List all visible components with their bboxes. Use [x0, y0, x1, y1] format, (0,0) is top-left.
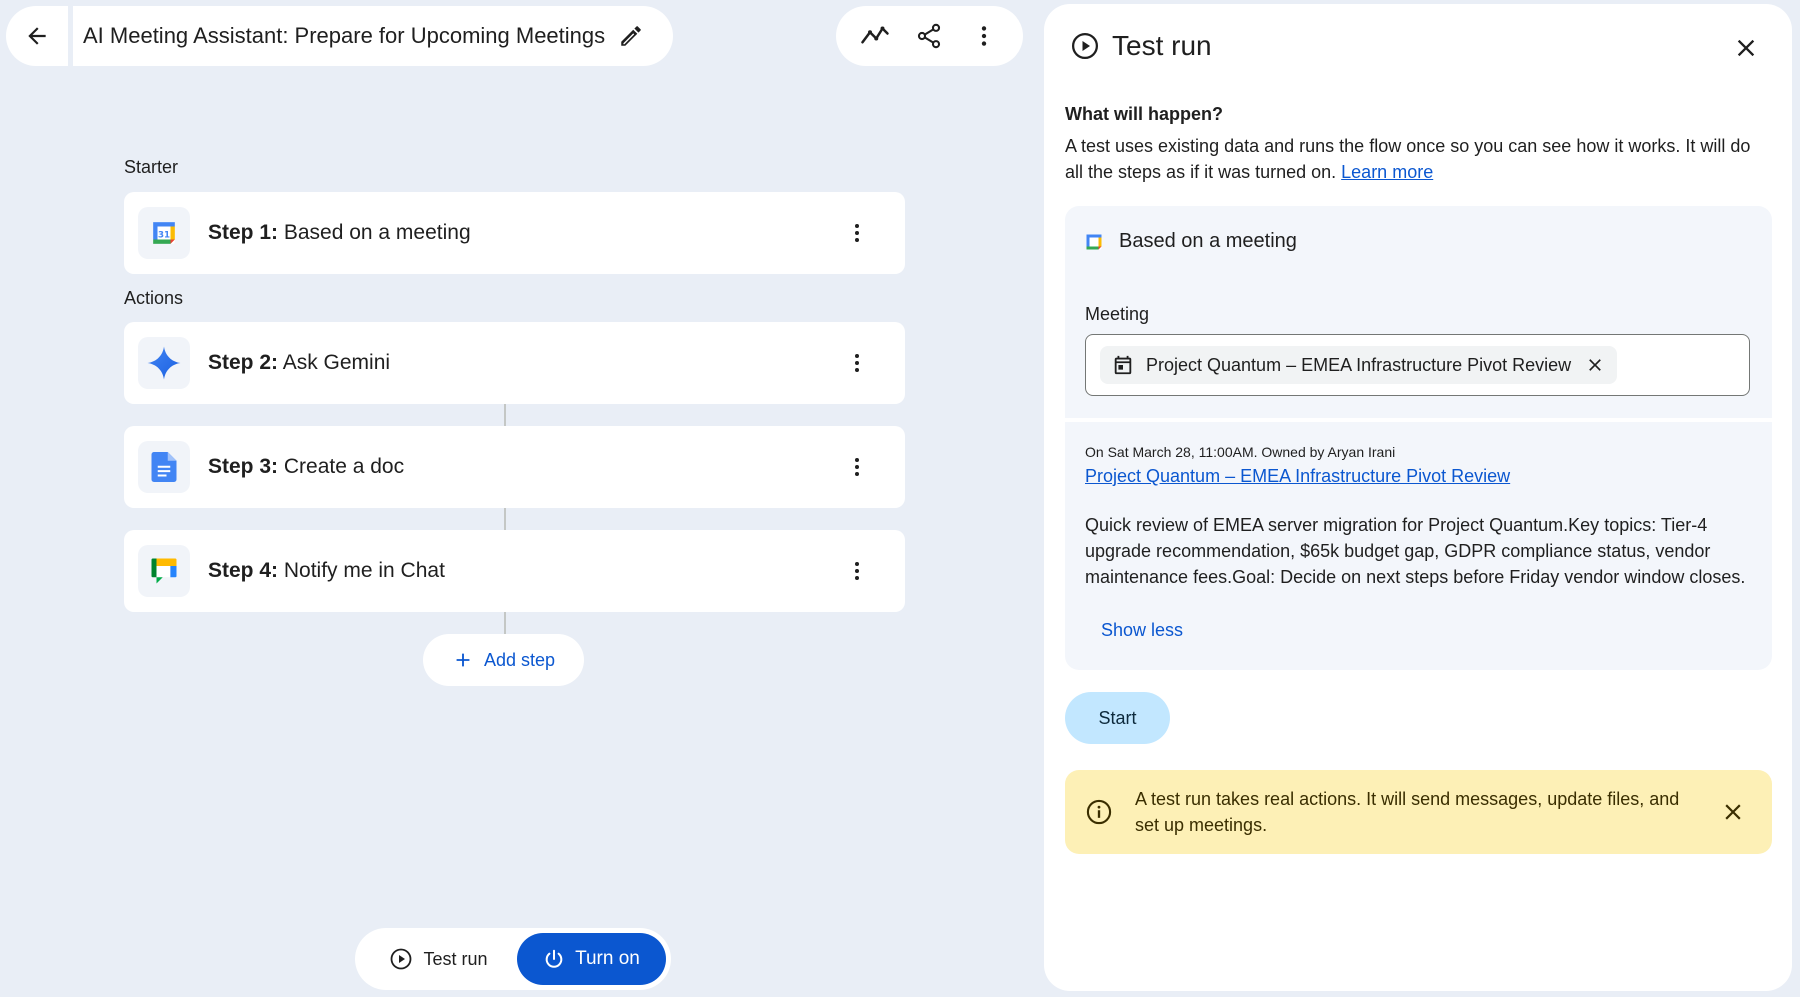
calendar-event-icon	[1114, 355, 1132, 375]
start-button[interactable]: Start	[1065, 692, 1170, 744]
close-icon	[1725, 804, 1741, 820]
step-menu-button[interactable]	[839, 215, 875, 251]
toolbar	[836, 6, 1023, 66]
more-vert-icon	[855, 224, 859, 242]
add-step-button[interactable]: Add step	[423, 634, 584, 686]
warning-text: A test run takes real actions. It will s…	[1135, 789, 1680, 835]
edit-pencil-icon	[621, 26, 641, 46]
meeting-details: On Sat March 28, 11:00AM. Owned by Aryan…	[1065, 422, 1772, 670]
close-icon	[1589, 359, 1602, 371]
step-card-2[interactable]: Step 2: Ask Gemini	[124, 322, 905, 404]
flow-title-bar: AI Meeting Assistant: Prepare for Upcomi…	[73, 6, 673, 66]
show-less-button[interactable]: Show less	[1101, 620, 1183, 641]
trigger-label: Based on a meeting	[1119, 230, 1297, 252]
what-will-happen-heading: What will happen?	[1065, 104, 1223, 124]
plus-icon	[456, 653, 470, 667]
gemini-sparkle-icon	[147, 346, 181, 380]
activity-button[interactable]	[855, 16, 895, 56]
google-calendar-icon	[1086, 234, 1102, 249]
what-will-happen-description: A test uses existing data and runs the f…	[1065, 136, 1751, 182]
step-menu-button[interactable]	[839, 553, 875, 589]
meeting-link[interactable]: Project Quantum – EMEA Infrastructure Pi…	[1085, 466, 1510, 487]
step-menu-button[interactable]	[839, 449, 875, 485]
learn-more-link[interactable]: Learn more	[1341, 162, 1433, 182]
google-calendar-icon: 31	[153, 222, 175, 244]
info-icon	[1086, 799, 1112, 825]
remove-meeting-button[interactable]	[1583, 353, 1607, 377]
share-icon	[918, 23, 941, 49]
step-label: Step 3: Create a doc	[208, 455, 405, 478]
turn-on-label: Turn on	[575, 948, 640, 969]
step-label: Step 2: Ask Gemini	[208, 351, 391, 374]
step-card-1[interactable]: 31 Step 1: Based on a meeting	[124, 192, 905, 274]
play-circle-icon	[391, 948, 412, 970]
test-run-button[interactable]: Test run	[360, 933, 517, 985]
step-card-4[interactable]: Step 4: Notify me in Chat	[124, 530, 905, 612]
meeting-field-label: Meeting	[1085, 304, 1150, 324]
turn-on-button[interactable]: Turn on	[516, 933, 666, 985]
dismiss-warning-button[interactable]	[1716, 795, 1750, 829]
back-button[interactable]	[6, 6, 68, 66]
add-step-label: Add step	[483, 649, 556, 670]
google-docs-icon	[151, 452, 177, 482]
more-vert-icon	[981, 26, 986, 46]
meeting-chip-label: Project Quantum – EMEA Infrastructure Pi…	[1146, 354, 1572, 375]
meeting-chip[interactable]: Project Quantum – EMEA Infrastructure Pi…	[1100, 346, 1618, 384]
google-chat-icon	[151, 558, 177, 584]
step-menu-button[interactable]	[839, 345, 875, 381]
activity-icon	[861, 26, 889, 44]
step-connector	[504, 508, 506, 530]
flow-title: AI Meeting Assistant: Prepare for Upcomi…	[83, 23, 606, 48]
test-run-panel: Test run What will happen? A test uses e…	[1044, 4, 1792, 991]
close-icon	[1737, 39, 1755, 57]
trigger-heading: Based on a meeting	[1085, 230, 1297, 253]
panel-title: Test run	[1112, 30, 1212, 61]
trigger-config: Based on a meeting Meeting Project Quant…	[1065, 206, 1772, 418]
panel-header: Test run	[1070, 30, 1212, 62]
meeting-meta: On Sat March 28, 11:00AM. Owned by Aryan…	[1085, 444, 1396, 460]
test-run-label: Test run	[423, 948, 488, 969]
warning-banner: A test run takes real actions. It will s…	[1065, 770, 1772, 854]
more-vert-icon	[855, 562, 859, 580]
arrow-back-icon	[28, 27, 46, 45]
play-circle-icon	[1072, 33, 1098, 59]
meeting-field[interactable]: Project Quantum – EMEA Infrastructure Pi…	[1085, 334, 1750, 396]
svg-text:31: 31	[158, 230, 170, 240]
share-button[interactable]	[909, 16, 949, 56]
more-vert-icon	[855, 354, 859, 372]
close-panel-button[interactable]	[1726, 28, 1766, 68]
edit-title-button[interactable]	[615, 20, 647, 52]
meeting-description: Quick review of EMEA server migration fo…	[1085, 515, 1746, 587]
step-label: Step 1: Based on a meeting	[208, 221, 471, 244]
starter-label: Starter	[124, 157, 179, 177]
more-vert-icon	[855, 458, 859, 476]
bottom-action-bar: Test run Turn on	[355, 928, 671, 990]
step-connector	[504, 404, 506, 426]
step-label: Step 4: Notify me in Chat	[208, 559, 445, 582]
step-card-3[interactable]: Step 3: Create a doc	[124, 426, 905, 508]
power-icon	[545, 949, 563, 968]
more-options-button[interactable]	[964, 16, 1004, 56]
actions-label: Actions	[124, 288, 184, 308]
step-connector	[504, 612, 506, 634]
